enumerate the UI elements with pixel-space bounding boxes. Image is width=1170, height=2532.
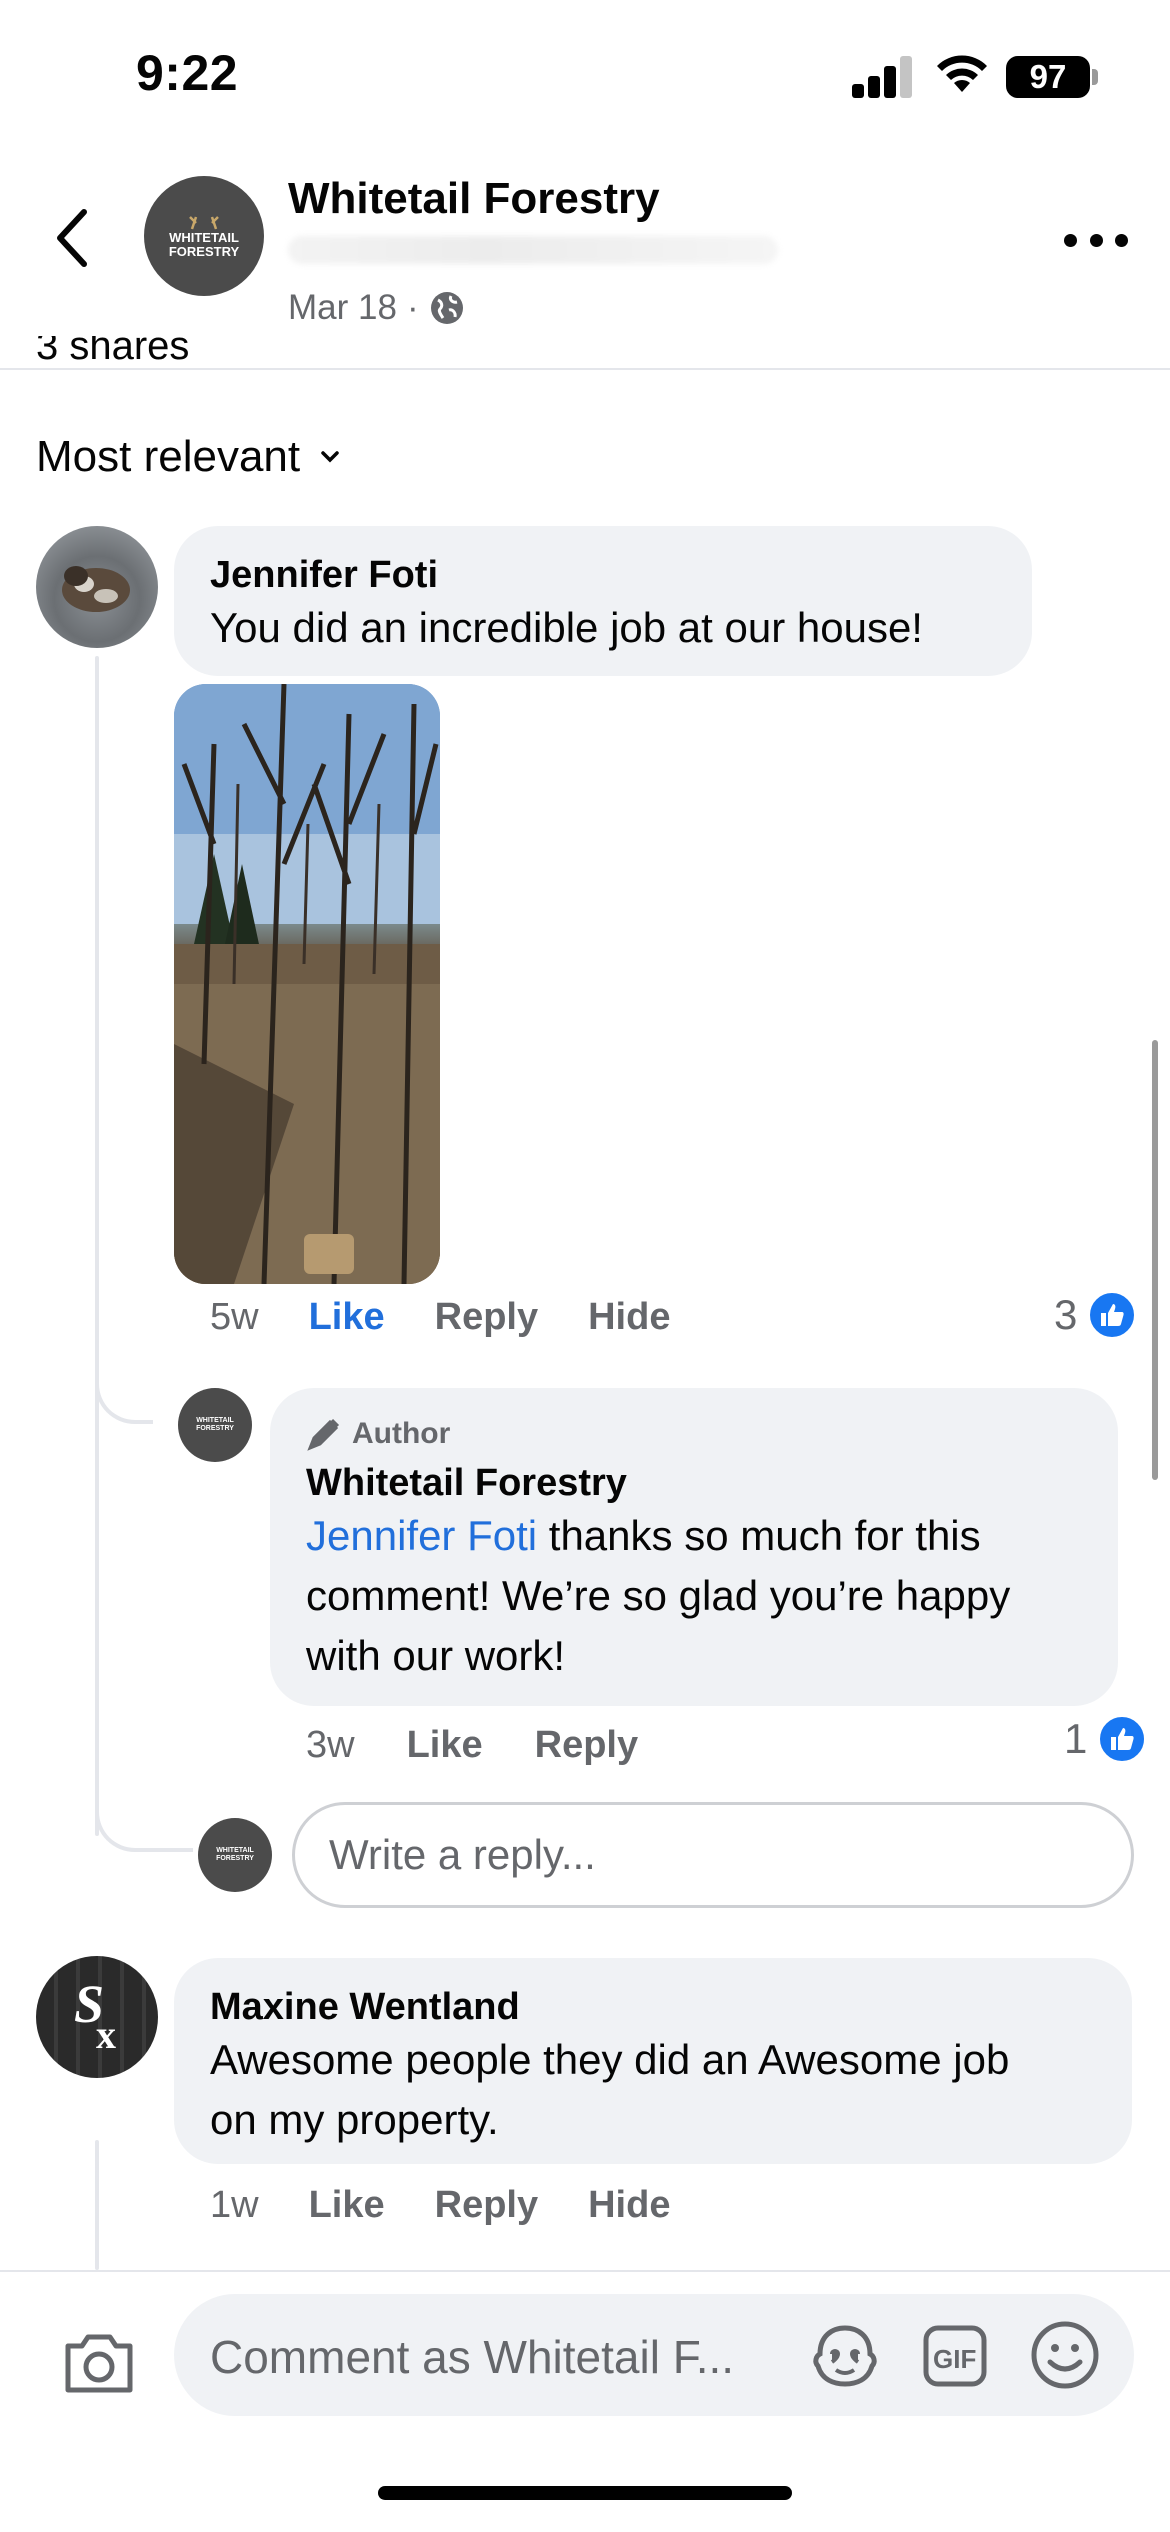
comment-sort-dropdown[interactable]: Most relevant bbox=[36, 432, 342, 482]
comment-input[interactable]: Comment as Whitetail F... GIF bbox=[174, 2294, 1134, 2416]
author-badge: Author bbox=[306, 1416, 450, 1452]
logo-text-line1: WHITETAIL bbox=[196, 1417, 234, 1424]
comment-time: 5w bbox=[210, 1296, 259, 1338]
logo-text-line1: WHITETAIL bbox=[169, 230, 239, 245]
comment-photo[interactable] bbox=[174, 684, 440, 1284]
reply-text: Jennifer Foti thanks so much for this co… bbox=[306, 1506, 1010, 1686]
thread-line bbox=[95, 2140, 99, 2270]
reply-button[interactable]: Reply bbox=[435, 2184, 538, 2227]
blurred-subtitle bbox=[288, 236, 778, 264]
reply-line-3: with our work! bbox=[306, 1632, 566, 1679]
reply-button[interactable]: Reply bbox=[535, 1724, 638, 1767]
like-button[interactable]: Like bbox=[407, 1724, 483, 1767]
chevron-down-icon bbox=[321, 451, 339, 463]
post-date: Mar 18 bbox=[288, 288, 397, 327]
like-button[interactable]: Like bbox=[309, 1296, 385, 1339]
reaction-number: 3 bbox=[1054, 1291, 1078, 1338]
reply-actions: 3w Like Reply bbox=[306, 1724, 638, 1767]
reply-line-1-text: thanks so much for this bbox=[537, 1512, 981, 1559]
trees-photo bbox=[174, 684, 440, 1284]
wifi-icon bbox=[937, 55, 987, 92]
meta-separator: · bbox=[406, 288, 419, 327]
reply-line-1: Jennifer Foti thanks so much for this bbox=[306, 1506, 1010, 1566]
battery-indicator: 97 bbox=[1006, 56, 1090, 98]
back-arrow-icon bbox=[57, 209, 87, 267]
svg-text:GIF: GIF bbox=[933, 2344, 976, 2374]
gif-icon[interactable]: GIF bbox=[922, 2324, 988, 2388]
more-dot bbox=[1064, 233, 1077, 247]
home-indicator[interactable] bbox=[378, 2486, 792, 2500]
reaction-count[interactable]: 3 bbox=[1054, 1290, 1138, 1340]
more-options-button[interactable] bbox=[1064, 220, 1128, 260]
mention-link[interactable]: Jennifer Foti bbox=[306, 1512, 537, 1559]
like-icon bbox=[1097, 1714, 1148, 1764]
thread-connector bbox=[95, 1350, 153, 1424]
hide-button[interactable]: Hide bbox=[588, 1296, 670, 1339]
reply-author[interactable]: Whitetail Forestry bbox=[306, 1462, 627, 1505]
page-avatar[interactable]: WHITETAIL FORESTRY bbox=[144, 176, 264, 296]
status-bar: 9:22 97 bbox=[0, 0, 1170, 150]
comment-line-2: on my property. bbox=[210, 2096, 499, 2143]
thread-line bbox=[95, 656, 99, 1836]
battery-nub bbox=[1092, 69, 1098, 85]
reply-button[interactable]: Reply bbox=[435, 1296, 538, 1339]
reply-line-2: comment! We’re so glad you’re happy bbox=[306, 1572, 1011, 1619]
author-badge-label: Author bbox=[352, 1417, 451, 1450]
cellular-signal-icon bbox=[852, 54, 914, 98]
back-button[interactable] bbox=[44, 198, 100, 278]
logo-text-line2: FORESTRY bbox=[168, 244, 240, 259]
comment-text: You did an incredible job at our house! bbox=[210, 604, 923, 651]
comment-actions: 5w Like Reply Hide bbox=[210, 1296, 670, 1339]
reply-bubble[interactable]: Author Whitetail Forestry Jennifer Foti … bbox=[270, 1388, 1118, 1706]
more-dot bbox=[1089, 233, 1103, 247]
emoji-icon[interactable] bbox=[1030, 2320, 1100, 2390]
comment-bubble[interactable]: Jennifer Foti You did an incredible job … bbox=[174, 526, 1032, 676]
thread-connector bbox=[95, 1776, 193, 1852]
globe-icon bbox=[430, 292, 463, 324]
write-reply-input[interactable]: Write a reply... bbox=[292, 1802, 1134, 1908]
comment-placeholder: Comment as Whitetail F... bbox=[210, 2331, 735, 2383]
sox-logo-icon: S x bbox=[74, 1974, 116, 2057]
sort-label: Most relevant bbox=[36, 432, 301, 481]
comment-time: 1w bbox=[210, 2184, 259, 2226]
reaction-count[interactable]: 1 bbox=[1064, 1714, 1148, 1764]
reply-author-avatar[interactable]: WHITETAIL FORESTRY bbox=[178, 1388, 252, 1462]
status-time: 9:22 bbox=[136, 45, 239, 101]
more-dot bbox=[1115, 233, 1128, 247]
scrollbar[interactable] bbox=[1152, 1040, 1158, 1480]
hide-button[interactable]: Hide bbox=[588, 2184, 670, 2227]
reaction-number: 1 bbox=[1064, 1715, 1088, 1762]
pencil-icon bbox=[307, 1418, 340, 1451]
camera-icon[interactable] bbox=[62, 2330, 136, 2396]
antler-logo-icon bbox=[189, 216, 219, 230]
comment-line-1: Awesome people they did an Awesome job bbox=[210, 2036, 1010, 2083]
comment-author[interactable]: Maxine Wentland bbox=[210, 1986, 520, 2029]
logo-text-line2: FORESTRY bbox=[196, 1425, 234, 1432]
comment-actions: 1w Like Reply Hide bbox=[210, 2184, 670, 2227]
reply-time: 3w bbox=[306, 1724, 355, 1766]
comment-bubble[interactable]: Maxine Wentland Awesome people they did … bbox=[174, 1958, 1132, 2164]
comment-author[interactable]: Jennifer Foti bbox=[210, 554, 438, 597]
shares-count-partial: 3 shares bbox=[36, 336, 190, 364]
comment-text: Awesome people they did an Awesome job o… bbox=[210, 2030, 1009, 2150]
logo-text-line1: WHITETAIL bbox=[216, 1847, 254, 1854]
like-button[interactable]: Like bbox=[309, 2184, 385, 2227]
commenter-avatar[interactable] bbox=[36, 526, 158, 648]
commenter-avatar[interactable]: S x bbox=[36, 1956, 158, 2078]
current-user-avatar: WHITETAIL FORESTRY bbox=[198, 1818, 272, 1892]
svg-text:x: x bbox=[96, 2012, 116, 2057]
like-icon bbox=[1087, 1290, 1138, 1340]
dog-photo bbox=[62, 566, 130, 612]
logo-text-line2: FORESTRY bbox=[216, 1855, 254, 1862]
avatar-sticker-icon[interactable] bbox=[810, 2324, 880, 2388]
post-meta: Mar 18 · bbox=[288, 288, 465, 328]
page-name[interactable]: Whitetail Forestry bbox=[288, 174, 660, 224]
